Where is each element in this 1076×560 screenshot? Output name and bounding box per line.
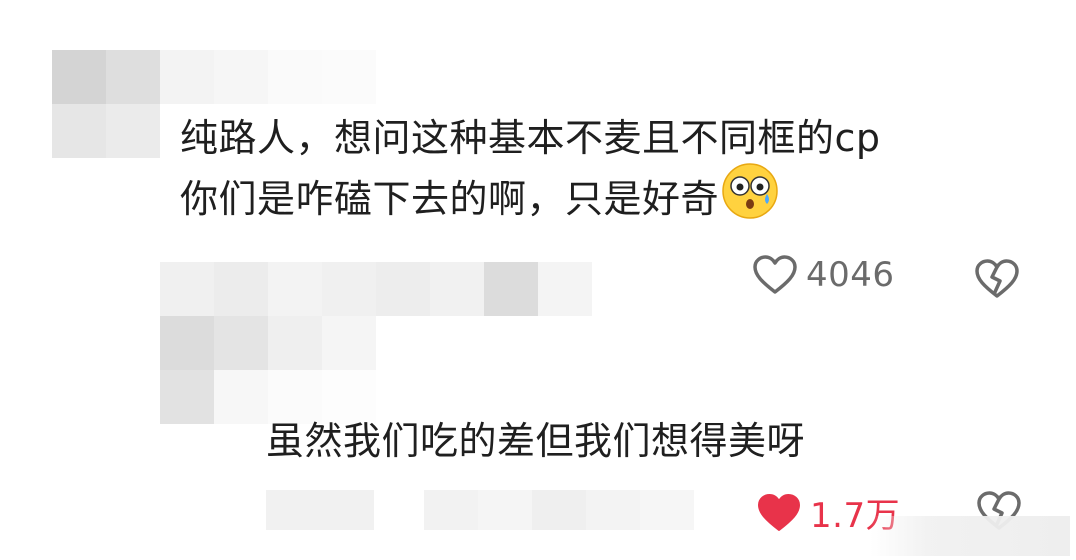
comment-1-line-1: 纯路人，想问这种基本不麦且不同框的cp [180,116,881,160]
comment-thread: 纯路人，想问这种基本不麦且不同框的cp 你们是咋磕下去的啊，只是好奇 4046 … [0,0,1076,560]
comment-1-like-count: 4046 [806,255,895,295]
heart-filled-icon[interactable] [756,492,802,534]
comment-1-actions: 4046 [752,254,895,296]
blurred-watermark [870,516,1070,556]
redacted-region-2 [266,490,694,530]
comment-2-text: 虽然我们吃的差但我们想得美呀 [266,419,806,463]
comment-1-line-2: 你们是咋磕下去的啊，只是好奇 [180,162,881,231]
heart-outline-icon[interactable] [752,254,798,296]
broken-heart-icon[interactable] [974,258,1020,300]
redacted-region-1 [160,262,592,316]
redacted-avatar-2 [160,316,376,424]
astonished-face-emoji-icon [721,162,779,231]
comment-1-text: 纯路人，想问这种基本不麦且不同框的cp 你们是咋磕下去的啊，只是好奇 [180,114,881,231]
